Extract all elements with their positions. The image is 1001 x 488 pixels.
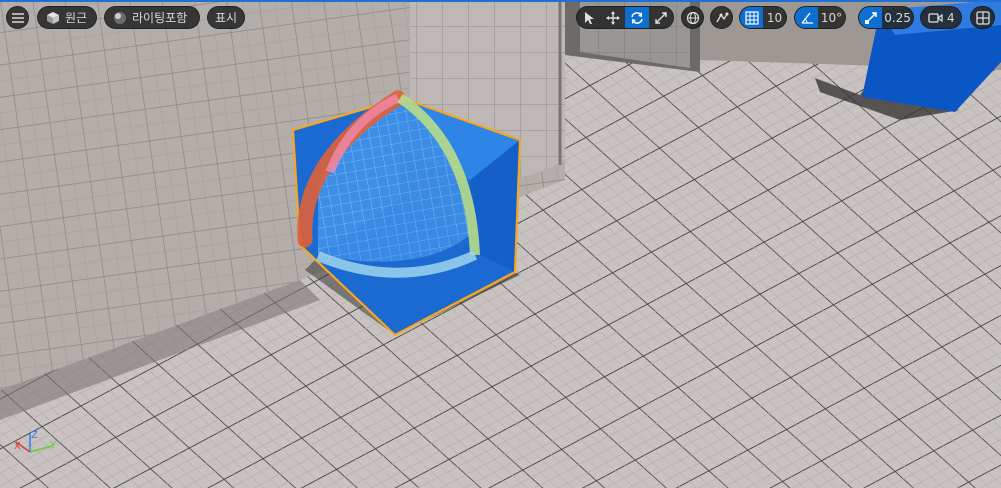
rotation-snap-control: 10° bbox=[794, 6, 846, 29]
grid-snap-value[interactable]: 10 bbox=[763, 7, 786, 28]
surface-snap-icon bbox=[715, 12, 728, 22]
axis-x-label: X bbox=[14, 441, 21, 452]
viewport-menu-button[interactable] bbox=[6, 6, 29, 29]
surface-snap-toggle[interactable] bbox=[710, 6, 733, 29]
scale-snap-toggle[interactable] bbox=[859, 7, 883, 28]
camera-icon bbox=[928, 12, 943, 23]
sphere-lit-icon bbox=[114, 11, 126, 24]
rotation-snap-value[interactable]: 10° bbox=[818, 7, 845, 28]
rotation-snap-toggle[interactable] bbox=[795, 7, 819, 28]
transform-tools bbox=[576, 6, 674, 29]
grid-snap-toggle[interactable] bbox=[740, 7, 763, 28]
cube-icon bbox=[47, 11, 59, 24]
level-viewport[interactable]: Z X Y bbox=[0, 0, 1001, 488]
rotate-icon bbox=[631, 11, 643, 24]
camera-speed-button[interactable]: 4 bbox=[920, 6, 962, 29]
move-mode-button[interactable] bbox=[601, 7, 625, 28]
show-button[interactable]: 표시 bbox=[207, 6, 245, 29]
world-local-toggle[interactable] bbox=[681, 6, 704, 29]
show-label: 표시 bbox=[214, 11, 238, 25]
camera-speed-value: 4 bbox=[947, 10, 955, 25]
grid-snap-control: 10 bbox=[739, 6, 787, 29]
rotate-mode-button[interactable] bbox=[625, 7, 649, 28]
scale-snap-value[interactable]: 0.25 bbox=[882, 7, 913, 28]
select-mode-button[interactable] bbox=[577, 7, 601, 28]
viewport-layout-button[interactable] bbox=[970, 6, 995, 29]
angle-icon bbox=[801, 12, 813, 24]
scene-render[interactable]: Z X Y bbox=[0, 0, 1001, 488]
scale-snap-control: 0.25 bbox=[858, 6, 914, 29]
viewport-layout-icon bbox=[975, 10, 990, 25]
perspective-label: 원근 bbox=[65, 11, 88, 25]
view-mode-button[interactable]: 라이팅포함 bbox=[104, 6, 200, 29]
scale-snap-icon bbox=[864, 11, 877, 24]
scale-mode-button[interactable] bbox=[649, 7, 673, 28]
hamburger-icon bbox=[11, 12, 24, 23]
globe-icon bbox=[686, 11, 699, 24]
scale-icon bbox=[655, 11, 667, 24]
viewport-active-border bbox=[0, 0, 1001, 2]
view-mode-label: 라이팅포함 bbox=[132, 11, 188, 25]
move-arrows-icon bbox=[606, 10, 620, 25]
axis-z-label: Z bbox=[31, 430, 38, 441]
axis-y-label: Y bbox=[49, 440, 57, 451]
grid-icon bbox=[744, 10, 759, 25]
perspective-button[interactable]: 원근 bbox=[37, 6, 97, 29]
cursor-icon bbox=[585, 11, 594, 24]
